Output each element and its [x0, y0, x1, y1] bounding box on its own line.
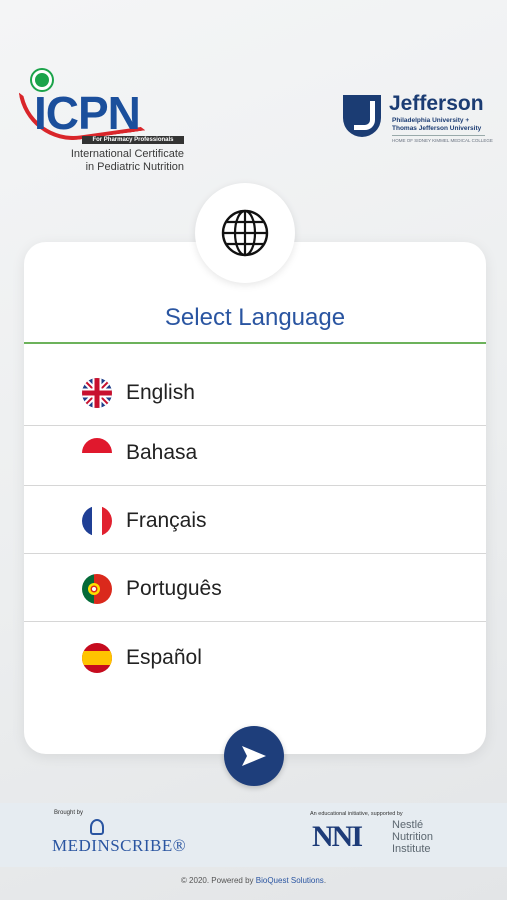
send-arrow-icon [242, 746, 266, 766]
language-label: Español [126, 646, 202, 669]
sponsor-footer: Brought by MEDINSCRIBE® An educational i… [0, 803, 507, 867]
spain-flag-icon [82, 643, 112, 673]
jefferson-divider [392, 135, 485, 136]
card-title-divider [24, 342, 486, 344]
language-label: Bahasa [126, 440, 198, 464]
nni-line2: Nutrition [392, 831, 433, 843]
brought-by-label: Brought by [54, 810, 84, 816]
copyright-prefix: © 2020. Powered by [180, 876, 256, 885]
educational-initiative-label: An educational initiative, supported by [310, 811, 403, 817]
copyright-suffix: . [323, 876, 327, 885]
jefferson-name: Jefferson [389, 92, 484, 115]
nni-line3: Institute [392, 843, 431, 855]
language-label: Português [126, 576, 222, 600]
nni-logo-mark: NNI [312, 820, 363, 853]
language-card: Select Language English Bahasa Français … [24, 242, 486, 754]
next-button[interactable] [224, 726, 284, 786]
icpn-logo: ICPN For Pharmacy Professionals Internat… [18, 70, 184, 180]
icpn-subtitle: International Certificate in Pediatric N… [34, 148, 184, 174]
jefferson-tagline: HOME OF SIDNEY KIMMEL MEDICAL COLLEGE [392, 138, 493, 143]
uk-flag-icon [82, 377, 112, 408]
icpn-tagline-bar: For Pharmacy Professionals [82, 136, 184, 144]
language-item-bahasa[interactable]: Bahasa [24, 420, 486, 486]
france-flag-icon [82, 505, 112, 536]
medinscribe-emblem-icon [90, 819, 104, 835]
jefferson-shield-icon [343, 95, 381, 137]
portugal-flag-icon [82, 573, 112, 604]
language-label: English [126, 380, 195, 404]
jefferson-logo: Jefferson Philadelphia University + Thom… [343, 92, 493, 152]
icpn-wordmark: ICPN [34, 87, 141, 139]
icpn-subtitle-line1: International Certificate [70, 148, 184, 160]
jefferson-subtitle: Philadelphia University + Thomas Jeffers… [392, 117, 481, 133]
jefferson-subtitle-line2: Thomas Jefferson University [392, 125, 482, 132]
jefferson-subtitle-line1: Philadelphia University + [392, 117, 470, 124]
language-item-francais[interactable]: Français [24, 488, 486, 554]
globe-icon [221, 209, 269, 257]
bioquest-link[interactable]: BioQuest Solutions [256, 876, 324, 885]
icpn-subtitle-line2: in Pediatric Nutrition [85, 161, 184, 173]
medinscribe-logo: MEDINSCRIBE® [52, 836, 187, 855]
copyright-text: © 2020. Powered by BioQuest Solutions. [0, 876, 507, 885]
header-logos: ICPN For Pharmacy Professionals Internat… [0, 0, 507, 190]
language-item-portugues[interactable]: Português [24, 556, 486, 622]
language-item-espanol[interactable]: Español [24, 625, 486, 691]
nni-logo-text: Nestlé Nutrition Institute [392, 819, 433, 855]
indonesia-flag-icon [82, 437, 112, 468]
globe-badge [195, 183, 295, 283]
language-item-english[interactable]: English [24, 360, 486, 426]
card-title: Select Language [164, 304, 346, 331]
nni-line1: Nestlé [392, 819, 424, 831]
language-label: Français [126, 508, 207, 532]
